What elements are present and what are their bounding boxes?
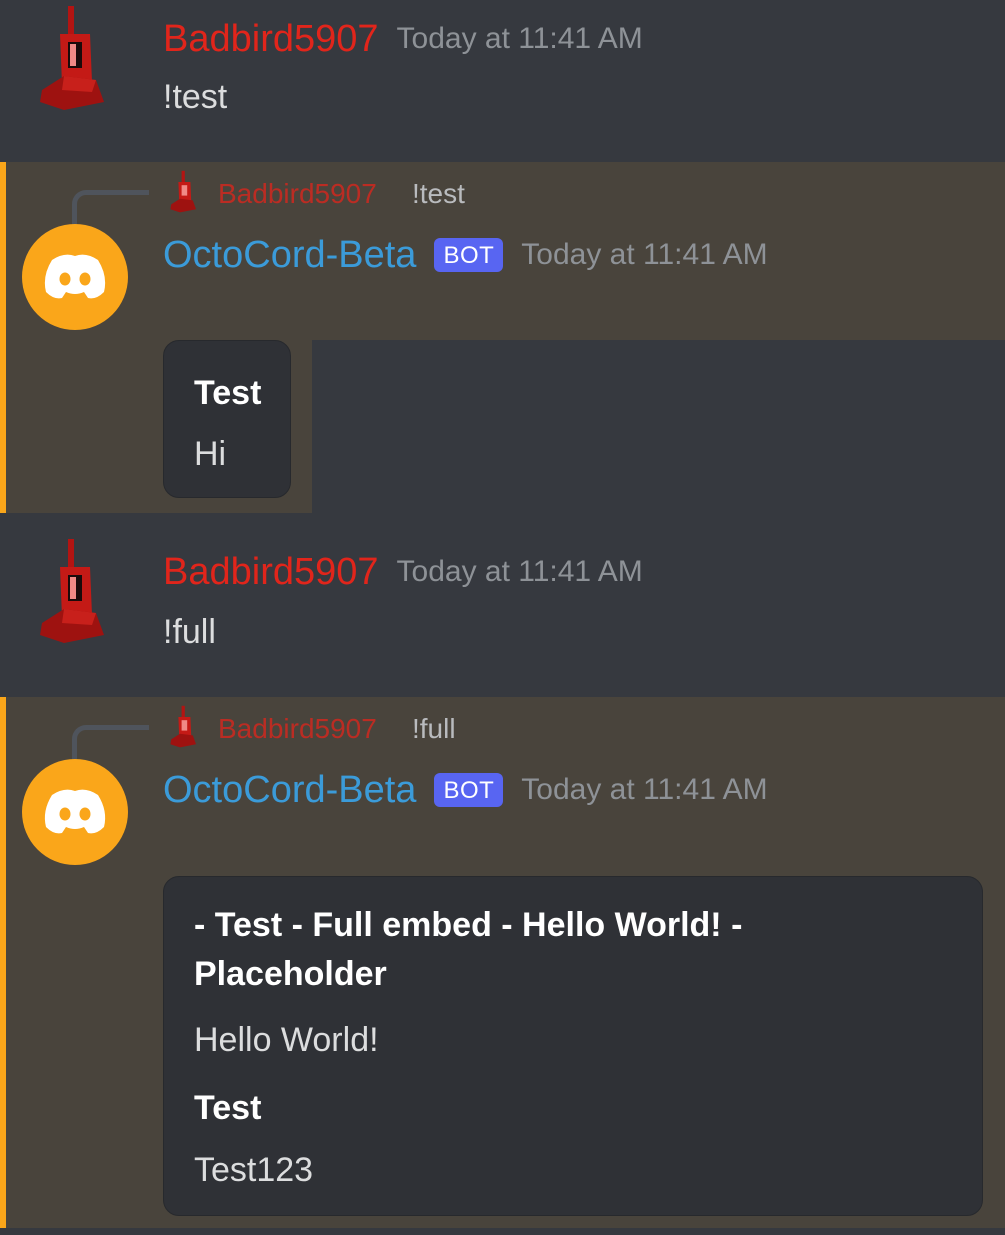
bot-avatar[interactable]	[22, 759, 128, 865]
reply-reference[interactable]: Badbird5907 !full	[72, 705, 672, 765]
embed-field-value: Test123	[194, 1151, 314, 1189]
embed-title: - Test - Full embed - Hello World! - Pla…	[194, 906, 743, 994]
message-text: !test	[163, 78, 228, 116]
reply-spine	[72, 725, 149, 760]
timestamp: Today at 11:41 AM	[521, 238, 768, 271]
bot-tag: BOT	[434, 773, 504, 807]
embed-description: Hi	[194, 435, 227, 473]
reply-text[interactable]: !test	[412, 178, 465, 210]
message-bot-reply: Badbird5907 !test OctoCord-Beta BOT Toda…	[0, 162, 1005, 513]
red-robot-avatar-icon[interactable]	[34, 4, 114, 114]
embed-field-name: Test	[194, 1089, 262, 1127]
embed-background	[312, 340, 1005, 513]
discord-logo-icon	[44, 254, 106, 299]
red-robot-avatar-icon	[170, 705, 196, 748]
timestamp: Today at 11:41 AM	[521, 773, 768, 806]
embed-title: Test	[194, 374, 262, 412]
red-robot-avatar-icon[interactable]	[34, 537, 114, 647]
embed-description: Hello World!	[194, 1021, 379, 1059]
embed: Test Hi	[163, 340, 291, 498]
bot-tag: BOT	[434, 238, 504, 272]
timestamp: Today at 11:41 AM	[396, 22, 643, 55]
reply-text[interactable]: !full	[412, 713, 456, 745]
red-robot-avatar-icon	[170, 170, 196, 213]
timestamp: Today at 11:41 AM	[396, 555, 643, 588]
bot-name[interactable]: OctoCord-Beta	[163, 236, 416, 274]
reply-author[interactable]: Badbird5907	[218, 178, 377, 210]
bot-name[interactable]: OctoCord-Beta	[163, 771, 416, 809]
username[interactable]: Badbird5907	[163, 553, 379, 591]
reply-author[interactable]: Badbird5907	[218, 713, 377, 745]
discord-logo-icon	[44, 789, 106, 834]
message-user-test: Badbird5907 Today at 11:41 AM !test	[0, 0, 1005, 162]
embed: - Test - Full embed - Hello World! - Pla…	[163, 876, 983, 1216]
bot-avatar[interactable]	[22, 224, 128, 330]
message-bot-reply: Badbird5907 !full OctoCord-Beta BOT Toda…	[0, 697, 1005, 1228]
message-text: !full	[163, 613, 216, 651]
reply-reference[interactable]: Badbird5907 !test	[72, 170, 672, 230]
username[interactable]: Badbird5907	[163, 20, 379, 58]
message-user-full: Badbird5907 Today at 11:41 AM !full	[0, 513, 1005, 697]
reply-spine	[72, 190, 149, 225]
